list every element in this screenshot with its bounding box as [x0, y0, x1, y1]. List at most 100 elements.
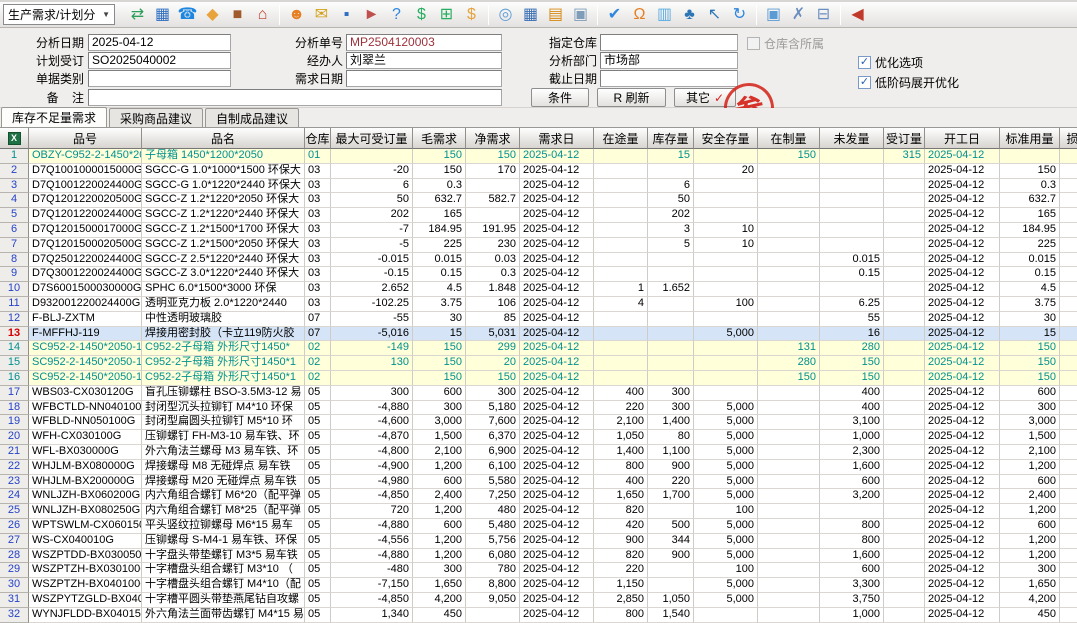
excel-export-corner[interactable]: X — [0, 128, 29, 149]
column-header-warehouse[interactable]: 仓库 — [305, 128, 331, 149]
dept-field[interactable]: 市场部 — [600, 52, 738, 69]
refresh-small-icon[interactable]: ↻ — [727, 4, 752, 26]
phone-icon[interactable]: ☎ — [175, 4, 200, 26]
table-row[interactable]: 19WFBLD-NN050100G封闭型扁圆头拉铆钉 M5*10 环05-4,6… — [0, 415, 1077, 430]
tab-stock-shortage[interactable]: 库存不足量需求 — [1, 107, 107, 127]
money-icon[interactable]: $ — [409, 4, 434, 26]
column-header-net-demand[interactable]: 净需求 — [466, 128, 520, 149]
table-row[interactable]: 24WNLJZH-BX060200G内六角组合螺钉 M6*20（配平弹05-4,… — [0, 489, 1077, 504]
lock-icon[interactable]: ◆ — [200, 4, 225, 26]
column-header-demand-date[interactable]: 需求日 — [520, 128, 594, 149]
column-header-ordered[interactable]: 受订量 — [884, 128, 925, 149]
table-row[interactable]: 32WYNJFLDD-BX040150G外六角法兰面带齿螺钉 M4*15 易05… — [0, 608, 1077, 623]
card-icon[interactable]: ▪ — [334, 4, 359, 26]
person-money-icon[interactable]: $ — [459, 4, 484, 26]
table-row[interactable]: 1OBZY-C952-2-1450*20子母箱 1450*1200*205001… — [0, 149, 1077, 164]
cart-icon[interactable]: ⊞ — [434, 4, 459, 26]
optimize-checkbox[interactable]: ✓ 优化选项 — [858, 55, 923, 69]
table-row[interactable]: 18WFBCTLD-NN040100G封闭型沉头拉铆钉 M4*10 环保05-4… — [0, 401, 1077, 416]
pin-icon[interactable]: ► — [359, 4, 384, 26]
condition-button[interactable]: 条件 — [531, 88, 589, 107]
table-row[interactable]: 9D7Q3001220024400GSGCC-Z 3.0*1220*2440 环… — [0, 267, 1077, 282]
table-row[interactable]: 14SC952-2-1450*2050-1C952-2子母箱 外形尺寸1450*… — [0, 341, 1077, 356]
other-button[interactable]: 其它 ✓ — [674, 88, 736, 107]
table-row[interactable]: 20WFH-CX030100G压铆螺钉 FH-M3-10 易车铁、环05-4,8… — [0, 430, 1077, 445]
doc-search-icon[interactable]: ▥ — [652, 4, 677, 26]
handler-field[interactable]: 刘翠兰 — [346, 52, 502, 69]
module-selector-dropdown[interactable]: 生产需求/计划分 ▼ — [3, 4, 115, 25]
table-row[interactable]: 26WPTSWLM-CX060150G平头竖纹拉铆螺母 M6*15 易车05-4… — [0, 519, 1077, 534]
column-header-item-name[interactable]: 品名 — [142, 128, 305, 149]
help-icon[interactable]: ? — [384, 4, 409, 26]
cell-in-process — [758, 238, 820, 253]
doc-type-field[interactable] — [88, 70, 231, 87]
monitor-pointer-icon[interactable]: ↖ — [702, 4, 727, 26]
table-row[interactable]: 31WSZPYTZGLD-BX040150G十字槽平圆头带垫燕尾钻自攻螺05-4… — [0, 593, 1077, 608]
column-header-in-transit[interactable]: 在途量 — [594, 128, 648, 149]
warehouse-field[interactable] — [600, 34, 738, 51]
table-row[interactable]: 5D7Q1201220024400GSGCC-Z 1.2*1220*2440 环… — [0, 208, 1077, 223]
table-row[interactable]: 29WSZPTZH-BX030100G十字槽盘头组合螺钉 M3*10 （05-4… — [0, 563, 1077, 578]
table-row[interactable]: 23WHJLM-BX200000G焊接螺母 M20 无碰焊点 易车铁05-4,9… — [0, 475, 1077, 490]
table-row[interactable]: 13F-MFFHJ-119焊接用密封胶（卡立119防火胶07-5,016155,… — [0, 327, 1077, 342]
table-row[interactable]: 12F-BLJ-ZXTM中性透明玻璃胶07-5530852025-04-1255… — [0, 312, 1077, 327]
end-date-field[interactable] — [600, 70, 738, 87]
exit-icon[interactable]: ◀ — [845, 4, 870, 26]
table-row[interactable]: 27WS-CX040010G压铆螺母 S-M4-1 易车铁、环保05-4,556… — [0, 534, 1077, 549]
table-row[interactable]: 15SC952-2-1450*2050-1C952-2子母箱 外形尺寸1450*… — [0, 356, 1077, 371]
column-header-max-orderable[interactable]: 最大可受订量 — [331, 128, 413, 149]
message-icon[interactable]: ✉ — [309, 4, 334, 26]
home-icon[interactable]: ⌂ — [250, 4, 275, 26]
close-window-icon[interactable]: ✗ — [786, 4, 811, 26]
table-row[interactable]: 2D7Q1001000015000GSGCC-G 1.0*1000*1500 环… — [0, 164, 1077, 179]
table-row[interactable]: 6D7Q1201500017000GSGCC-Z 1.2*1500*1700 环… — [0, 223, 1077, 238]
table-row[interactable]: 4D7Q1201220020500GSGCC-Z 1.2*1220*2050 环… — [0, 193, 1077, 208]
column-header-gross-demand[interactable]: 毛需求 — [413, 128, 466, 149]
column-header-unshipped[interactable]: 未发量 — [820, 128, 884, 149]
restore-window-icon[interactable]: ▣ — [761, 4, 786, 26]
cell-in-process — [758, 208, 820, 223]
tab-purchase-suggest[interactable]: 采购商品建议 — [109, 108, 203, 127]
column-header-item-no[interactable]: 品号 — [29, 128, 142, 149]
table-row[interactable]: 25WNLJZH-BX080250G内六角组合螺钉 M8*25（配平弹05720… — [0, 504, 1077, 519]
refresh-button[interactable]: R 刷新 — [597, 88, 666, 107]
workflow-icon[interactable]: ⇄ — [125, 4, 150, 26]
cascade-windows-icon[interactable]: ⊟ — [811, 4, 836, 26]
cell-in-transit: 800 — [594, 460, 648, 475]
table-row[interactable]: 30WSZPTZH-BX040100G十字槽盘头组合螺钉 M4*10（配05-7… — [0, 578, 1077, 593]
tab-self-made-suggest[interactable]: 自制成品建议 — [205, 108, 299, 127]
table-row[interactable]: 11D932001220024400G透明亚克力板 2.0*1220*24400… — [0, 297, 1077, 312]
briefcase-icon[interactable]: ■ — [225, 4, 250, 26]
remark-field[interactable] — [88, 89, 502, 106]
column-header-stock[interactable]: 库存量 — [648, 128, 694, 149]
table-row[interactable]: 10D7S6001500030000GSPHC 6.0*1500*3000 环保… — [0, 282, 1077, 297]
users-icon[interactable]: ☻ — [284, 4, 309, 26]
low-level-code-checkbox[interactable]: ✓ 低阶码展开优化 — [858, 75, 959, 89]
table-row[interactable]: 7D7Q1201500020500GSGCC-Z 1.2*1500*2050 环… — [0, 238, 1077, 253]
copy-docs-icon[interactable]: ▣ — [568, 4, 593, 26]
table-row[interactable]: 28WSZPTDD-BX030050G十字盘头带垫螺钉 M3*5 易车铁05-4… — [0, 549, 1077, 564]
table-row[interactable]: 17WBS03-CX030120G盲孔压铆螺柱 BSO-3.5M3-12 易05… — [0, 386, 1077, 401]
column-header-start-date[interactable]: 开工日 — [925, 128, 1000, 149]
column-header-std-usage[interactable]: 标准用量 — [1000, 128, 1060, 149]
table-row[interactable]: 3D7Q1001220024400GSGCC-G 1.0*1220*2440 环… — [0, 179, 1077, 194]
check-circle-icon[interactable]: ✔ — [602, 4, 627, 26]
table-row[interactable]: 21WFL-BX030000G外六角法兰螺母 M3 易车铁、环05-4,8002… — [0, 445, 1077, 460]
drawer-icon[interactable]: ▤ — [543, 4, 568, 26]
table-row[interactable]: 8D7Q2501220024400GSGCC-Z 2.5*1220*2440 环… — [0, 253, 1077, 268]
analysis-no-field[interactable]: MP2504120003 — [346, 34, 502, 51]
org-tree-icon[interactable]: ♣ — [677, 4, 702, 26]
plan-order-field[interactable]: SO2025040002 — [88, 52, 231, 69]
column-header-loss-qty[interactable]: 损耗量 — [1060, 128, 1077, 149]
remote-desktop-icon[interactable]: ▦ — [150, 4, 175, 26]
column-header-safety-stock[interactable]: 安全存量 — [694, 128, 758, 149]
column-header-in-process[interactable]: 在制量 — [758, 128, 820, 149]
demand-date-field[interactable] — [346, 70, 502, 87]
bell-icon[interactable]: Ω — [627, 4, 652, 26]
table-row[interactable]: 16SC952-2-1450*2050-1C952-2子母箱 外形尺寸1450*… — [0, 371, 1077, 386]
analysis-date-field[interactable]: 2025-04-12 — [88, 34, 231, 51]
table-row[interactable]: 22WHJLM-BX080000G焊接螺母 M8 无碰焊点 易车铁05-4,90… — [0, 460, 1077, 475]
calculator-icon[interactable]: ▦ — [518, 4, 543, 26]
report-search-icon[interactable]: ◎ — [493, 4, 518, 26]
cell-safety-stock — [694, 608, 758, 623]
